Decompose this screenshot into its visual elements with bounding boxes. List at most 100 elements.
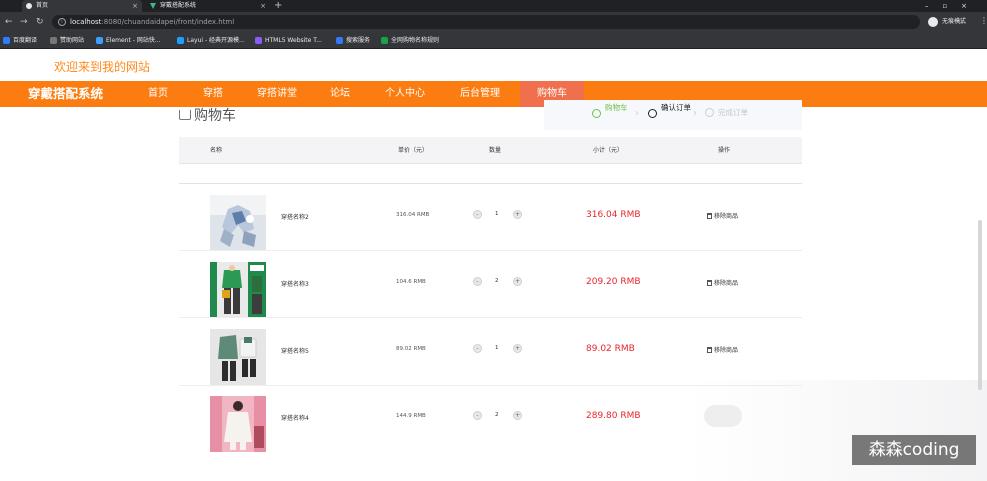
remove-label: 移除商品 [714, 347, 739, 354]
circle-icon [705, 108, 714, 117]
product-name[interactable]: 穿搭名称3 [281, 279, 309, 288]
bookmark-favicon-icon [177, 37, 184, 44]
product-name[interactable]: 穿搭名称2 [281, 212, 309, 221]
bookmark-item[interactable]: HTML5 Website T... [255, 32, 322, 49]
bookmark-label: 百度翻译 [13, 37, 38, 44]
cart-row: 穿搭名称2 316.04 RMB - 1 + 316.04 RMB 移除商品 [179, 183, 802, 251]
product-thumbnail[interactable] [210, 262, 266, 318]
step-label: 完成订单 [718, 108, 748, 117]
increase-qty-button[interactable]: + [513, 277, 522, 286]
unit-price: 316.04 RMB [396, 212, 430, 218]
subtotal: 209.20 RMB [586, 277, 641, 287]
product-image [210, 329, 266, 385]
welcome-text: 欢迎来到我的网站 [54, 60, 151, 74]
bookmark-favicon-icon [336, 37, 343, 44]
column-header-name: 名称 [210, 147, 223, 154]
product-image [210, 262, 266, 318]
product-name[interactable]: 穿搭名称4 [281, 413, 309, 422]
bookmark-label: HTML5 Website T... [265, 37, 322, 44]
bookmark-label: 赞助网站 [60, 37, 85, 44]
remove-item-button[interactable]: 移除商品 [707, 211, 738, 220]
forward-arrow-icon[interactable]: → [20, 15, 28, 29]
step-label: 确认订单 [661, 103, 691, 112]
chevron-right-icon: › [693, 108, 697, 119]
product-thumbnail[interactable] [210, 195, 266, 251]
url-host: localhost [70, 18, 102, 26]
quantity-value: 2 [495, 412, 499, 418]
bookmark-favicon-icon [255, 37, 262, 44]
close-icon[interactable]: × [132, 0, 138, 12]
remove-item-button[interactable]: 移除商品 [707, 345, 738, 354]
step-label: 购物车 [605, 103, 628, 112]
bookmark-item[interactable]: 全网购物名称规则 [381, 32, 439, 49]
reload-icon[interactable]: ↻ [36, 15, 44, 29]
bookmark-item[interactable]: 百度翻译 [3, 32, 37, 49]
cart-row: 穿搭名称5 89.02 RMB - 1 + 89.02 RMB 移除商品 [179, 317, 802, 385]
quantity-value: 1 [495, 211, 499, 217]
bookmark-label: 搜索服务 [346, 37, 371, 44]
increase-qty-button[interactable]: + [513, 210, 522, 219]
site-title: 穿戴搭配系统 [28, 86, 104, 101]
trash-icon [707, 347, 712, 353]
globe-icon [26, 3, 32, 9]
nav-item-admin[interactable]: 后台管理 [452, 81, 508, 107]
page-title: 购物车 [179, 105, 236, 125]
decrease-qty-button[interactable]: - [473, 210, 482, 219]
subtotal: 89.02 RMB [586, 344, 635, 354]
nav-item-home[interactable]: 首页 [140, 81, 176, 107]
url-text[interactable]: localhost:8080/chuandaidapei/front/index… [70, 15, 234, 29]
increase-qty-button[interactable]: + [513, 344, 522, 353]
browser-tab-app[interactable]: 穿戴搭配系统 × [146, 0, 270, 12]
back-arrow-icon[interactable]: ← [5, 15, 13, 29]
tab-title: 穿戴搭配系统 [160, 2, 197, 9]
bookmark-item[interactable]: 赞助网站 [50, 32, 84, 49]
nav-item-forum[interactable]: 论坛 [322, 81, 358, 107]
window-controls[interactable]: –▫× [925, 0, 981, 12]
nav-item-outfits[interactable]: 穿搭 [195, 81, 231, 107]
bookmark-item[interactable]: Element - 网站快... [96, 32, 161, 49]
remove-item-button[interactable]: 移除商品 [707, 278, 738, 287]
info-icon[interactable]: i [58, 18, 66, 26]
browser-menu-icon[interactable]: ⋮ [980, 14, 987, 28]
cart-table-header: 名称 单价（元） 数量 小计（元） 操作 [179, 137, 802, 164]
increase-qty-button[interactable]: + [513, 411, 522, 420]
bookmark-favicon-icon [50, 37, 57, 44]
nav-item-lectures[interactable]: 穿搭讲堂 [250, 81, 304, 107]
new-tab-button[interactable]: + [274, 0, 282, 12]
decrease-qty-button[interactable]: - [473, 277, 482, 286]
decrease-qty-button[interactable]: - [473, 344, 482, 353]
column-header-qty: 数量 [489, 147, 502, 154]
quantity-value: 1 [495, 345, 499, 351]
blurred-overlay [704, 405, 742, 427]
vue-logo-icon [150, 3, 156, 9]
remove-label: 移除商品 [714, 213, 739, 220]
tab-title: 首页 [36, 2, 49, 9]
bookmark-favicon-icon [3, 37, 10, 44]
chevron-right-icon: › [635, 108, 639, 119]
quantity-value: 2 [495, 278, 499, 284]
incognito-indicator[interactable]: 无痕模式 [928, 16, 986, 28]
bookmark-label: Layui - 经典开源模... [187, 37, 245, 44]
product-thumbnail[interactable] [210, 396, 266, 452]
nav-item-profile[interactable]: 个人中心 [378, 81, 432, 107]
product-thumbnail[interactable] [210, 329, 266, 385]
bookmark-favicon-icon [381, 37, 388, 44]
watermark: 森森coding [852, 435, 976, 465]
column-header-price: 单价（元） [398, 147, 429, 154]
remove-label: 移除商品 [714, 280, 739, 287]
unit-price: 104.6 RMB [396, 279, 426, 285]
product-name[interactable]: 穿搭名称5 [281, 346, 309, 355]
bookmark-item[interactable]: Layui - 经典开源模... [177, 32, 245, 49]
browser-tab-home[interactable]: 首页 × [22, 0, 142, 12]
decrease-qty-button[interactable]: - [473, 411, 482, 420]
cart-icon [179, 110, 191, 120]
unit-price: 89.02 RMB [396, 346, 426, 352]
bookmark-item[interactable]: 搜索服务 [336, 32, 370, 49]
address-bar[interactable]: i localhost:8080/chuandaidapei/front/ind… [52, 15, 965, 29]
close-icon[interactable]: × [260, 0, 266, 12]
bookmarks-bar: 百度翻译 赞助网站 Element - 网站快... Layui - 经典开源模… [0, 32, 987, 49]
cart-row: 穿搭名称3 104.6 RMB - 2 + 209.20 RMB 移除商品 [179, 250, 802, 318]
browser-tab-strip: 首页 × 穿戴搭配系统 × + –▫× [0, 0, 987, 12]
scrollbar[interactable] [978, 220, 982, 390]
bookmark-favicon-icon [96, 37, 103, 44]
